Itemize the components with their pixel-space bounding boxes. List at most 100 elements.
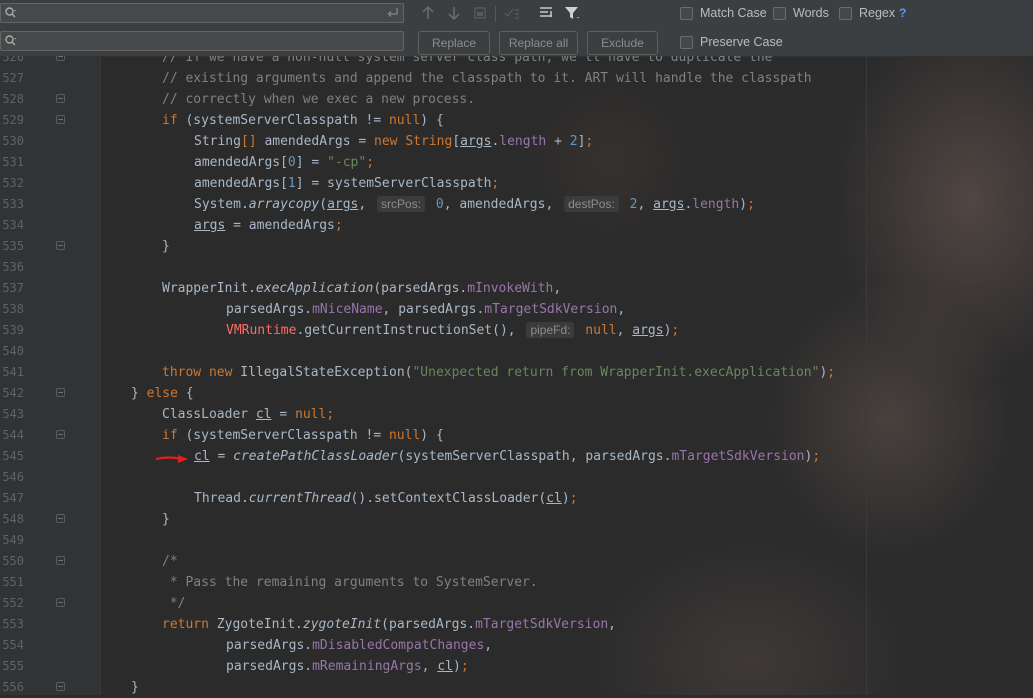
code-text[interactable]: /* <box>162 551 178 572</box>
code-text[interactable]: if (systemServerClasspath != null) { <box>162 110 444 131</box>
code-text[interactable]: */ <box>162 593 186 614</box>
code-text[interactable]: String[] amendedArgs = new String[args.l… <box>194 131 593 152</box>
arrow-down-icon[interactable] <box>445 4 463 22</box>
code-line[interactable]: 546 <box>0 467 1033 488</box>
code-line[interactable]: 553 return ZygoteInit.zygoteInit(parsedAr… <box>0 614 1033 635</box>
code-text[interactable]: ClassLoader cl = null; <box>162 404 334 425</box>
code-line[interactable]: 538 parsedArgs.mNiceName, parsedArgs.mTar… <box>0 299 1033 320</box>
code-line[interactable]: 548} <box>0 509 1033 530</box>
fold-marker-icon[interactable] <box>56 241 65 250</box>
fold-marker-icon[interactable] <box>56 556 65 565</box>
fold-marker-icon[interactable] <box>56 115 65 124</box>
code-line[interactable]: 551 * Pass the remaining arguments to Sy… <box>0 572 1033 593</box>
match-case-label[interactable]: Match Case <box>700 6 767 20</box>
in-selection-icon[interactable] <box>503 4 521 22</box>
line-number: 551 <box>2 575 24 589</box>
line-number: 554 <box>2 638 24 652</box>
line-number: 540 <box>2 344 24 358</box>
regex-checkbox[interactable] <box>839 7 852 20</box>
code-line[interactable]: 534 args = amendedArgs; <box>0 215 1033 236</box>
line-number: 536 <box>2 260 24 274</box>
code-line[interactable]: 536 <box>0 257 1033 278</box>
replace-all-button[interactable]: Replace all <box>499 31 578 55</box>
line-number: 548 <box>2 512 24 526</box>
code-line[interactable]: 535} <box>0 236 1033 257</box>
code-text[interactable]: } else { <box>131 383 194 404</box>
code-text[interactable]: WrapperInit.execApplication(parsedArgs.m… <box>162 278 561 299</box>
search-input[interactable] <box>21 4 383 22</box>
multiline-icon[interactable] <box>537 4 555 22</box>
arrow-up-icon[interactable] <box>419 4 437 22</box>
fold-marker-icon[interactable] <box>56 598 65 607</box>
code-text[interactable]: amendedArgs[1] = systemServerClasspath; <box>194 173 499 194</box>
regex-label[interactable]: Regex <box>859 6 895 20</box>
code-text[interactable]: // existing arguments and append the cla… <box>162 68 812 89</box>
words-label[interactable]: Words <box>793 6 829 20</box>
code-line[interactable]: 549 <box>0 530 1033 551</box>
code-line[interactable]: 541 throw new IllegalStateException("Unex… <box>0 362 1033 383</box>
fold-marker-icon[interactable] <box>56 94 65 103</box>
match-case-checkbox[interactable] <box>680 7 693 20</box>
code-text[interactable]: args = amendedArgs; <box>194 215 343 236</box>
search-icon[interactable] <box>4 6 18 20</box>
code-line[interactable]: 547 Thread.currentThread().setContextClas… <box>0 488 1033 509</box>
enter-icon[interactable] <box>386 6 400 20</box>
code-line[interactable]: 527 // existing arguments and append the … <box>0 68 1033 89</box>
code-text[interactable]: throw new IllegalStateException("Unexpec… <box>162 362 835 383</box>
code-text[interactable]: return ZygoteInit.zygoteInit(parsedArgs.… <box>162 614 616 635</box>
code-line[interactable]: 542 } else { <box>0 383 1033 404</box>
red-arrow-annotation <box>156 455 188 463</box>
find-replace-bar: Replace Replace all Exclude Match Case W… <box>0 0 1033 57</box>
code-line[interactable]: 528 // correctly when we exec a new proce… <box>0 89 1033 110</box>
code-line[interactable]: 529 if (systemServerClasspath != null) { <box>0 110 1033 131</box>
code-text[interactable]: parsedArgs.mDisabledCompatChanges, <box>226 635 492 656</box>
code-text[interactable]: Thread.currentThread().setContextClassLo… <box>194 488 578 509</box>
code-line[interactable]: 552 */ <box>0 593 1033 614</box>
replace-button[interactable]: Replace <box>418 31 490 55</box>
filter-icon[interactable] <box>563 4 581 22</box>
code-line[interactable]: 555 parsedArgs.mRemainingArgs, cl); <box>0 656 1033 677</box>
fold-marker-icon[interactable] <box>56 430 65 439</box>
search-field[interactable] <box>0 3 404 23</box>
fold-marker-icon[interactable] <box>56 682 65 691</box>
code-line[interactable]: 531 amendedArgs[0] = "-cp"; <box>0 152 1033 173</box>
fold-marker-icon[interactable] <box>56 514 65 523</box>
code-line[interactable]: 550 /* <box>0 551 1033 572</box>
words-checkbox[interactable] <box>773 7 786 20</box>
code-text[interactable]: if (systemServerClasspath != null) { <box>162 425 444 446</box>
code-text[interactable]: cl = createPathClassLoader(systemServerC… <box>194 446 820 467</box>
line-number: 528 <box>2 92 24 106</box>
code-text[interactable]: amendedArgs[0] = "-cp"; <box>194 152 374 173</box>
line-number: 552 <box>2 596 24 610</box>
code-line[interactable]: 537 WrapperInit.execApplication(parsedArg… <box>0 278 1033 299</box>
line-number: 550 <box>2 554 24 568</box>
code-line[interactable]: 554 parsedArgs.mDisabledCompatChanges, <box>0 635 1033 656</box>
preserve-case-label[interactable]: Preserve Case <box>700 35 783 49</box>
code-text[interactable]: // correctly when we exec a new process. <box>162 89 475 110</box>
code-text[interactable]: * Pass the remaining arguments to System… <box>162 572 538 593</box>
replace-search-icon[interactable] <box>4 34 18 48</box>
preserve-case-checkbox[interactable] <box>680 36 693 49</box>
code-text[interactable]: parsedArgs.mRemainingArgs, cl); <box>226 656 469 677</box>
code-line[interactable]: 539 VMRuntime.getCurrentInstructionSet(),… <box>0 320 1033 341</box>
code-line[interactable]: 530 String[] amendedArgs = new String[arg… <box>0 131 1033 152</box>
code-line[interactable]: 545 cl = createPathClassLoader(systemServ… <box>0 446 1033 467</box>
fold-marker-icon[interactable] <box>56 388 65 397</box>
line-number: 542 <box>2 386 24 400</box>
code-line[interactable]: 533 System.arraycopy(args, srcPos: 0, ame… <box>0 194 1033 215</box>
code-line[interactable]: 543 ClassLoader cl = null; <box>0 404 1033 425</box>
code-text[interactable]: } <box>162 509 170 530</box>
code-text[interactable]: parsedArgs.mNiceName, parsedArgs.mTarget… <box>226 299 625 320</box>
line-number: 544 <box>2 428 24 442</box>
code-line[interactable]: 532 amendedArgs[1] = systemServerClasspat… <box>0 173 1033 194</box>
code-text[interactable]: } <box>162 236 170 257</box>
code-text[interactable]: System.arraycopy(args, srcPos: 0, amende… <box>194 194 755 215</box>
replace-input[interactable] <box>21 32 383 50</box>
code-line[interactable]: 544 if (systemServerClasspath != null) { <box>0 425 1033 446</box>
select-occurrences-icon[interactable] <box>471 4 489 22</box>
exclude-button[interactable]: Exclude <box>587 31 658 55</box>
regex-help-icon[interactable]: ? <box>899 6 906 20</box>
replace-field[interactable] <box>0 31 404 51</box>
code-text[interactable]: VMRuntime.getCurrentInstructionSet(), pi… <box>226 320 679 341</box>
code-line[interactable]: 540 <box>0 341 1033 362</box>
